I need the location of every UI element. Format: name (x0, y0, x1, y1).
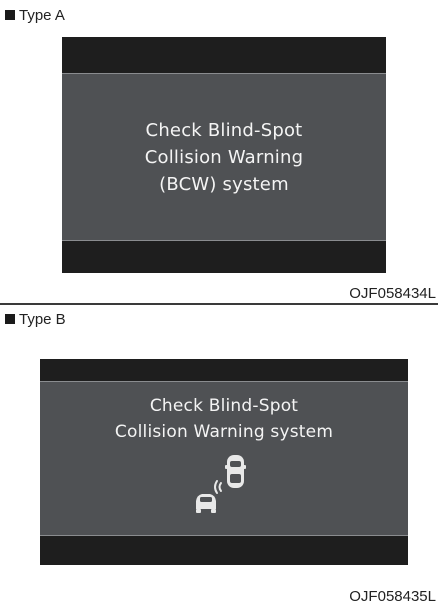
type-b-panel-top-edge (40, 381, 408, 382)
type-a-message-line-1: Check Blind-Spot (145, 120, 303, 141)
type-b-panel-bottom-edge (40, 535, 408, 536)
type-a-panel-bottom-edge (62, 240, 386, 241)
type-a-warning-message: Check Blind-Spot Collision Warning (BCW)… (62, 117, 386, 198)
type-a-message-line-3: (BCW) system (159, 174, 289, 195)
type-b-message-line-1: Check Blind-Spot (149, 396, 299, 416)
type-a-label-text: Type A (19, 7, 65, 24)
adjacent-car-icon (196, 494, 216, 513)
type-a-message-line-2: Collision Warning (144, 147, 304, 168)
type-b-image-code: OJF058435L (349, 588, 436, 605)
ego-car-icon (225, 455, 246, 488)
type-b-label-text: Type B (19, 311, 66, 328)
type-a-panel-top-edge (62, 73, 386, 74)
type-a-image-code: OJF058434L (349, 285, 436, 302)
square-bullet-icon (5, 314, 15, 324)
type-b-label: Type B (5, 311, 66, 329)
type-b-message-line-2: Collision Warning system (114, 422, 334, 442)
type-b-display: Check Blind-Spot Collision Warning syste… (40, 359, 408, 565)
type-a-display: Check Blind-Spot Collision Warning (BCW)… (62, 37, 386, 273)
section-divider (0, 303, 438, 305)
blind-spot-collision-warning-cars-icon (196, 455, 246, 513)
type-b-warning-message: Check Blind-Spot Collision Warning syste… (40, 393, 408, 445)
type-a-label: Type A (5, 7, 65, 25)
square-bullet-icon (5, 10, 15, 20)
warning-waves-icon (214, 480, 222, 494)
